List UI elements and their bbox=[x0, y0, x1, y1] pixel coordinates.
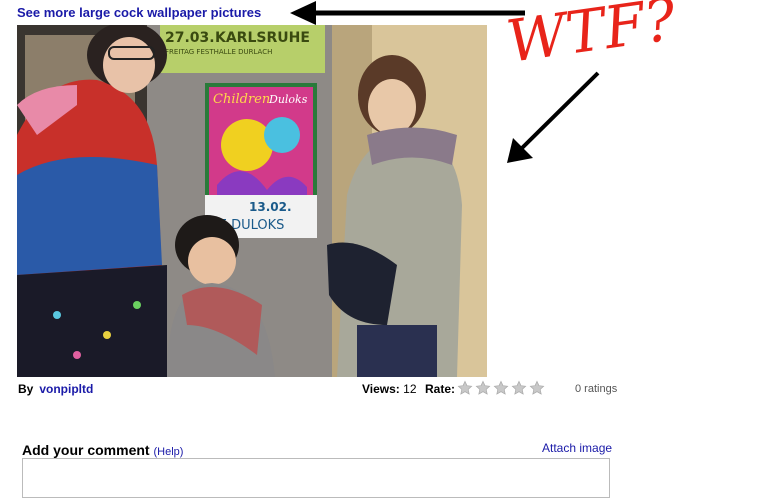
poster-sub: FREITAG FESTHALLE DURLACH bbox=[165, 48, 272, 56]
views-count: 12 bbox=[403, 382, 417, 396]
poster-art-blob bbox=[264, 117, 300, 153]
views-label: Views: bbox=[362, 382, 400, 396]
attach-image-link[interactable]: Attach image bbox=[542, 441, 612, 455]
author-link[interactable]: vonpipltd bbox=[39, 382, 93, 396]
poster-title-a: Children bbox=[213, 92, 270, 107]
wtf-annotation: WTF? bbox=[502, 0, 680, 76]
photo[interactable]: 27.03. KARLSRUHE FREITAG FESTHALLE DURLA… bbox=[17, 25, 487, 377]
arrow-to-photo bbox=[518, 71, 600, 152]
comment-textarea[interactable] bbox=[22, 458, 610, 498]
girl-right-face bbox=[368, 79, 416, 135]
skirt-dot-4 bbox=[73, 351, 81, 359]
skirt-dot-3 bbox=[133, 301, 141, 309]
girl-left-blue-sleeve bbox=[17, 157, 162, 275]
ratings-count: 0 ratings bbox=[575, 383, 618, 395]
girl-right-jeans bbox=[357, 325, 437, 377]
poster-title-b: Duloks bbox=[268, 93, 308, 106]
girl-left-skirt bbox=[17, 265, 167, 377]
see-more-pictures-link[interactable]: See more large cock wallpaper pictures bbox=[17, 5, 261, 20]
skirt-dot-2 bbox=[103, 331, 111, 339]
views-stat: Views: 12 bbox=[362, 382, 417, 396]
rate-label: Rate: bbox=[425, 382, 456, 396]
arrowhead-down-left bbox=[507, 138, 533, 163]
star-icon-1[interactable] bbox=[457, 380, 473, 396]
byline: By vonpipltd bbox=[18, 382, 93, 396]
poster-art-sun bbox=[221, 119, 273, 171]
photo-image: 27.03. KARLSRUHE FREITAG FESTHALLE DURLA… bbox=[17, 25, 487, 377]
help-link[interactable]: (Help) bbox=[153, 446, 183, 458]
girl-middle-face bbox=[188, 237, 236, 285]
girl-left-face bbox=[103, 37, 155, 93]
comment-title: Add your comment bbox=[22, 442, 150, 458]
poster-date-top: 27.03. bbox=[165, 30, 215, 46]
star-icon-2[interactable] bbox=[475, 380, 491, 396]
skirt-dot-1 bbox=[53, 311, 61, 319]
star-icon-3[interactable] bbox=[493, 380, 509, 396]
poster-date-bottom: 13.02. bbox=[249, 200, 292, 214]
byline-prefix: By bbox=[18, 382, 34, 396]
star-icon-4[interactable] bbox=[511, 380, 527, 396]
star-icon-5[interactable] bbox=[529, 380, 545, 396]
comment-heading: Add your comment (Help) bbox=[22, 442, 183, 458]
poster-city: KARLSRUHE bbox=[215, 30, 310, 46]
arrowhead-left bbox=[290, 1, 316, 25]
rating-stars[interactable] bbox=[457, 380, 545, 396]
